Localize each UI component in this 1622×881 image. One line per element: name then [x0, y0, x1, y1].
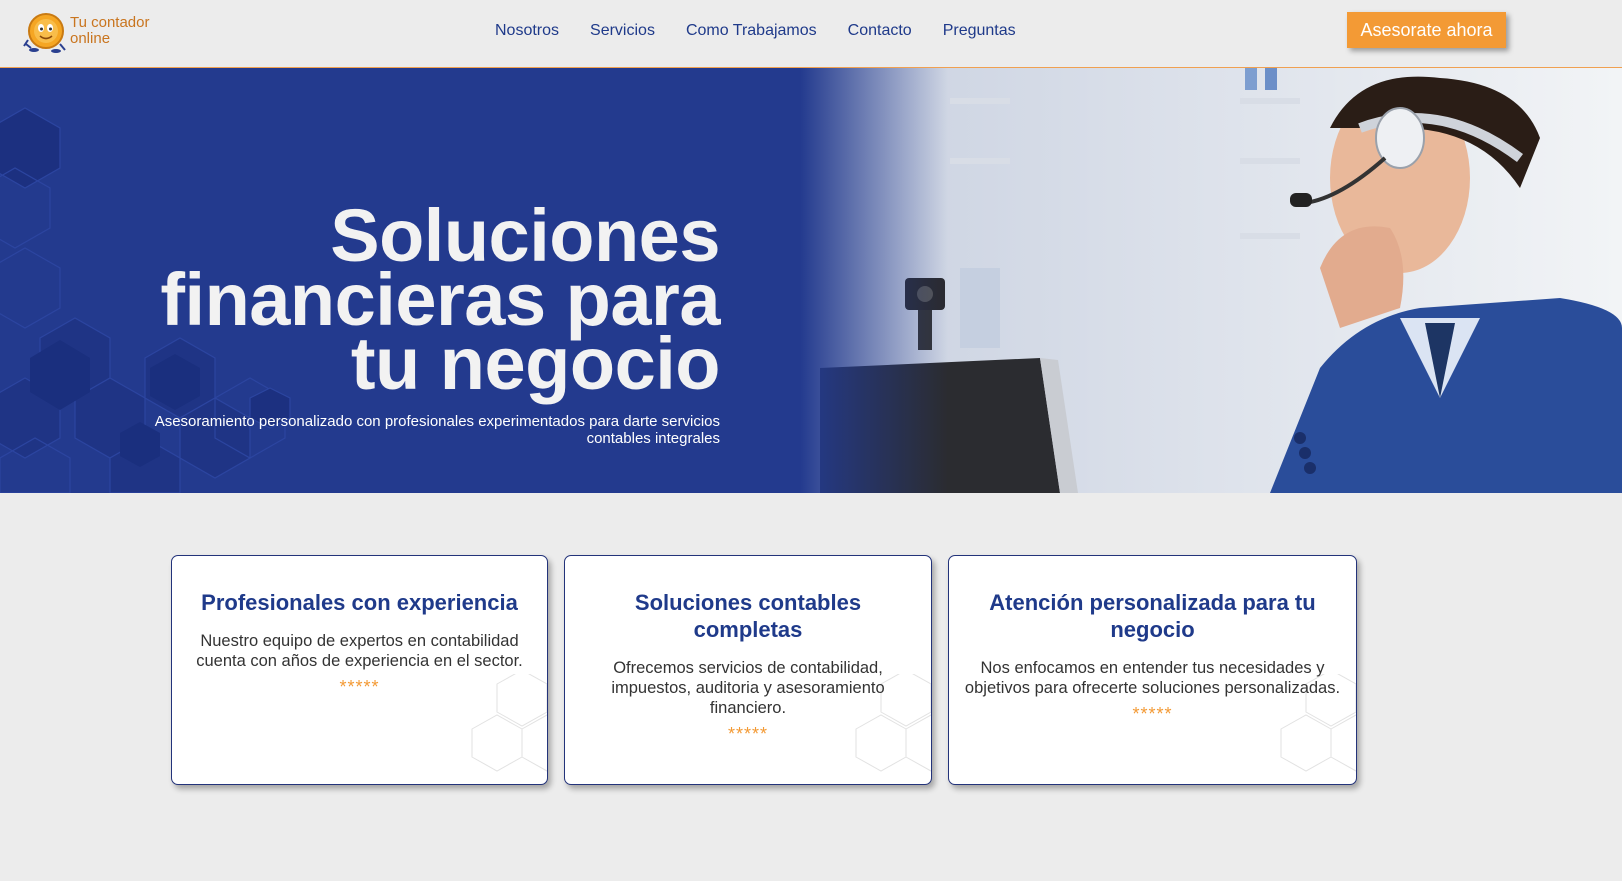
hero-title: Soluciones financieras para tu negocio [90, 199, 721, 405]
rating-stars: ***** [339, 677, 380, 697]
feature-card-text: Ofrecemos servicios de contabilidad, imp… [611, 659, 885, 717]
feature-card-title: Profesionales con experiencia [201, 590, 518, 615]
feature-card-title: Soluciones contables completas [634, 590, 862, 642]
hero-subtitle: Asesoramiento personalizado con profesio… [154, 413, 720, 447]
logo-line-1: Tu contador [70, 14, 150, 31]
site-header: Tu contador online Nosotros Servicios Co… [0, 0, 1622, 68]
hero-title-line-3: tu negocio [350, 322, 721, 405]
logo-line-2: online [70, 30, 111, 47]
logo-text: Tu contador online [70, 15, 150, 47]
feature-card-text: Nuestro equipo de expertos en contabilid… [196, 632, 523, 670]
feature-card-text: Nos enfocamos en entender tus necesidade… [964, 659, 1341, 697]
nav-item-preguntas[interactable]: Preguntas [943, 21, 1016, 41]
feature-card-soluciones: Soluciones contables completas Ofrecemos… [564, 555, 932, 785]
features-section: Profesionales con experiencia Nuestro eq… [0, 493, 1622, 881]
coin-mascot-logo-icon [23, 13, 66, 53]
hero-banner: Soluciones financieras para tu negocio A… [0, 68, 1622, 493]
logo-link[interactable]: Tu contador online [22, 10, 162, 54]
nav-item-nosotros[interactable]: Nosotros [495, 21, 559, 41]
nav-item-contacto[interactable]: Contacto [848, 21, 912, 41]
asesorate-ahora-button[interactable]: Asesorate ahora [1347, 12, 1506, 48]
rating-stars: ***** [1132, 704, 1173, 724]
main-nav: Nosotros Servicios Como Trabajamos Conta… [495, 21, 1047, 41]
rating-stars: ***** [727, 724, 769, 744]
hero-call-center-image [800, 68, 1622, 493]
feature-card-atencion: Atención personalizada para tu negocio N… [948, 555, 1357, 785]
feature-card-profesionales: Profesionales con experiencia Nuestro eq… [171, 555, 548, 785]
feature-card-title: Atención personalizada para tu negocio [989, 590, 1316, 642]
nav-item-servicios[interactable]: Servicios [590, 21, 655, 41]
nav-item-como-trabajamos[interactable]: Como Trabajamos [686, 21, 817, 41]
